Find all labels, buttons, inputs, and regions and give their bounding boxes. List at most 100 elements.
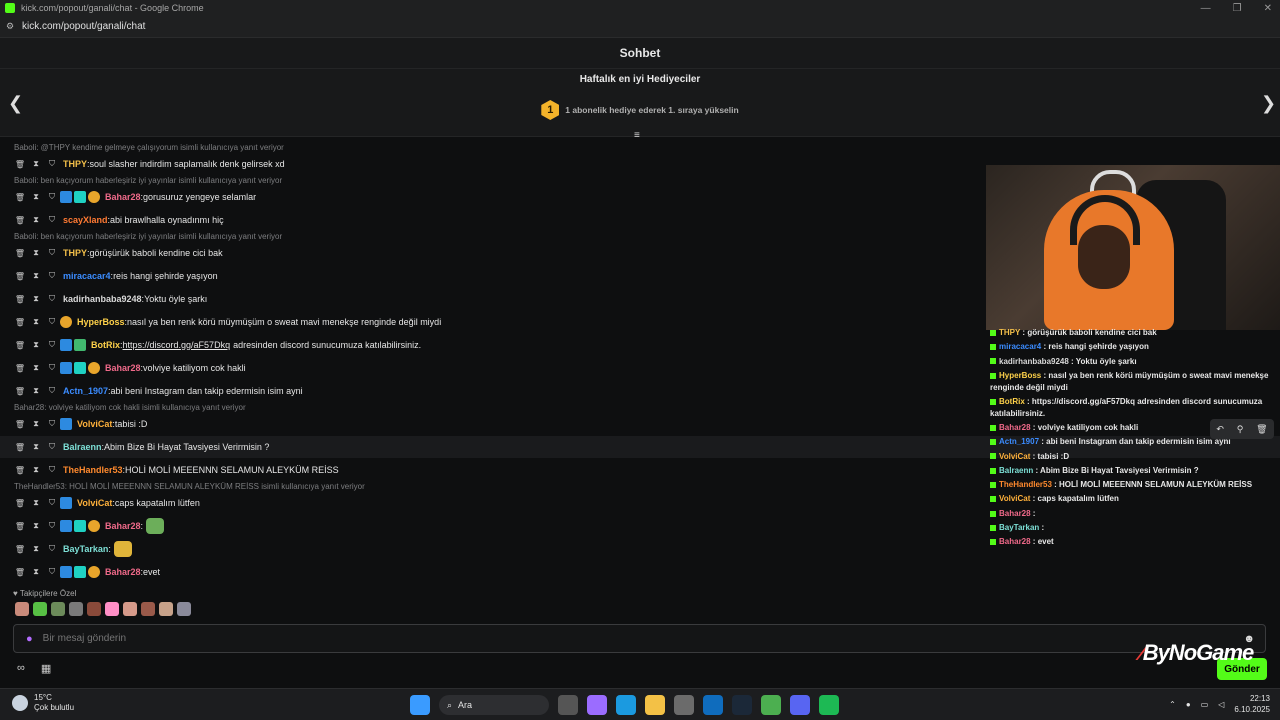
message-input-box[interactable]: ● ☻ bbox=[13, 624, 1266, 653]
delete-icon[interactable]: 🗑 bbox=[12, 341, 28, 350]
pin-icon[interactable]: ⚲ bbox=[1237, 424, 1244, 435]
ban-icon[interactable]: ⛉ bbox=[44, 294, 60, 304]
timeout-icon[interactable]: ⧗ bbox=[28, 442, 44, 452]
delete-icon[interactable]: 🗑 bbox=[12, 193, 28, 202]
username[interactable]: THPY bbox=[63, 248, 87, 258]
ban-icon[interactable]: ⛉ bbox=[44, 248, 60, 258]
outlook-icon[interactable] bbox=[703, 695, 723, 715]
timeout-icon[interactable]: ⧗ bbox=[28, 192, 44, 202]
timeout-icon[interactable]: ⧗ bbox=[28, 465, 44, 475]
weather-widget[interactable]: 15°C Çok bulutlu bbox=[12, 693, 74, 713]
task-view-icon[interactable] bbox=[558, 695, 578, 715]
delete-icon[interactable]: 🗑 bbox=[1256, 424, 1267, 435]
delete-icon[interactable]: 🗑 bbox=[12, 545, 28, 554]
chrome-icon[interactable] bbox=[761, 695, 781, 715]
delete-icon[interactable]: 🗑 bbox=[12, 420, 28, 429]
url-text[interactable]: kick.com/popout/ganali/chat bbox=[22, 21, 145, 32]
timeout-icon[interactable]: ⧗ bbox=[28, 215, 44, 225]
username[interactable]: HyperBoss bbox=[77, 317, 125, 327]
username[interactable]: Bahar28 bbox=[105, 567, 141, 577]
spotify-icon[interactable] bbox=[819, 695, 839, 715]
ban-icon[interactable]: ⛉ bbox=[44, 386, 60, 396]
edge-icon[interactable] bbox=[616, 695, 636, 715]
delete-icon[interactable]: 🗑 bbox=[12, 318, 28, 327]
emote[interactable] bbox=[123, 602, 137, 616]
ban-icon[interactable]: ⛉ bbox=[44, 159, 60, 169]
reply-context[interactable]: Baboli: ben kaçıyorum haberleşiriz iyi y… bbox=[14, 176, 282, 185]
discord-link[interactable]: https://discord.gg/aF57Dkq bbox=[123, 340, 231, 350]
delete-icon[interactable]: 🗑 bbox=[12, 387, 28, 396]
username[interactable]: Actn_1907 bbox=[63, 386, 108, 396]
address-bar[interactable]: ⚙ kick.com/popout/ganali/chat bbox=[0, 16, 1280, 38]
ban-icon[interactable]: ⛉ bbox=[44, 465, 60, 475]
username[interactable]: BotRix bbox=[91, 340, 120, 350]
timeout-icon[interactable]: ⧗ bbox=[28, 317, 44, 327]
volume-icon[interactable]: ◁ bbox=[1218, 700, 1224, 709]
timeout-icon[interactable]: ⧗ bbox=[28, 340, 44, 350]
emote[interactable] bbox=[105, 602, 119, 616]
ban-icon[interactable]: ⛉ bbox=[44, 215, 60, 225]
site-info-icon[interactable]: ⚙ bbox=[6, 21, 16, 32]
emote[interactable] bbox=[113, 541, 132, 557]
delete-icon[interactable]: 🗑 bbox=[12, 295, 28, 304]
ban-icon[interactable]: ⛉ bbox=[44, 544, 60, 554]
emote[interactable] bbox=[33, 602, 47, 616]
username[interactable]: Bahar28 bbox=[105, 192, 141, 202]
delete-icon[interactable]: 🗑 bbox=[12, 272, 28, 281]
reply-context[interactable]: TheHandler53: HOLİ MOLİ MEEENNN SELAMUN … bbox=[14, 482, 365, 491]
timeout-icon[interactable]: ⧗ bbox=[28, 567, 44, 577]
emote[interactable] bbox=[87, 602, 101, 616]
emote[interactable] bbox=[141, 602, 155, 616]
delete-icon[interactable]: 🗑 bbox=[12, 499, 28, 508]
reply-context[interactable]: Baboli: @THPY kendime gelmeye çalışıyoru… bbox=[14, 143, 284, 152]
timeout-icon[interactable]: ⧗ bbox=[28, 248, 44, 258]
emote[interactable] bbox=[51, 602, 65, 616]
timeout-icon[interactable]: ⧗ bbox=[28, 521, 44, 531]
restore-icon[interactable]: ❐ bbox=[1233, 3, 1242, 14]
username[interactable]: scayXland bbox=[63, 215, 108, 225]
delete-icon[interactable]: 🗑 bbox=[12, 466, 28, 475]
reply-icon[interactable]: ↶ bbox=[1216, 424, 1224, 435]
clock[interactable]: 22:13 6.10.2025 bbox=[1234, 693, 1270, 715]
username[interactable]: kadirhanbaba9248 bbox=[63, 294, 142, 304]
username[interactable]: Balraenn bbox=[63, 442, 102, 452]
delete-icon[interactable]: 🗑 bbox=[12, 364, 28, 373]
ban-icon[interactable]: ⛉ bbox=[44, 498, 60, 508]
microphone-icon[interactable]: ● bbox=[26, 633, 33, 645]
store-icon[interactable] bbox=[674, 695, 694, 715]
emote[interactable] bbox=[146, 518, 165, 534]
emote[interactable] bbox=[159, 602, 173, 616]
ban-icon[interactable]: ⛉ bbox=[44, 419, 60, 429]
timeout-icon[interactable]: ⧗ bbox=[28, 363, 44, 373]
message-input[interactable] bbox=[42, 633, 1244, 644]
file-explorer-icon[interactable] bbox=[645, 695, 665, 715]
timeout-icon[interactable]: ⧗ bbox=[28, 294, 44, 304]
delete-icon[interactable]: 🗑 bbox=[12, 216, 28, 225]
delete-icon[interactable]: 🗑 bbox=[12, 522, 28, 531]
microphone-icon[interactable]: ● bbox=[1186, 700, 1191, 709]
copilot-icon[interactable] bbox=[587, 695, 607, 715]
ban-icon[interactable]: ⛉ bbox=[44, 340, 60, 350]
username[interactable]: THPY bbox=[63, 159, 87, 169]
ban-icon[interactable]: ⛉ bbox=[44, 442, 60, 452]
ban-icon[interactable]: ⛉ bbox=[44, 567, 60, 577]
timeout-icon[interactable]: ⧗ bbox=[28, 544, 44, 554]
delete-icon[interactable]: 🗑 bbox=[12, 160, 28, 169]
store-icon[interactable]: ▦ bbox=[41, 662, 51, 675]
emote[interactable] bbox=[177, 602, 191, 616]
delete-icon[interactable]: 🗑 bbox=[12, 249, 28, 258]
delete-icon[interactable]: 🗑 bbox=[12, 443, 28, 452]
delete-icon[interactable]: 🗑 bbox=[12, 568, 28, 577]
tray-chevron-icon[interactable]: ⌃ bbox=[1169, 700, 1176, 709]
ban-icon[interactable]: ⛉ bbox=[44, 363, 60, 373]
reply-context[interactable]: Bahar28: volviye katiliyom cok hakli isi… bbox=[14, 403, 246, 412]
minimize-icon[interactable]: — bbox=[1201, 3, 1211, 14]
timeout-icon[interactable]: ⧗ bbox=[28, 419, 44, 429]
emote[interactable] bbox=[15, 602, 29, 616]
username[interactable]: Bahar28 bbox=[105, 363, 141, 373]
timeout-icon[interactable]: ⧗ bbox=[28, 271, 44, 281]
link-icon[interactable]: ∞ bbox=[17, 662, 25, 675]
emote[interactable] bbox=[69, 602, 83, 616]
steam-icon[interactable] bbox=[732, 695, 752, 715]
windows-start-icon[interactable] bbox=[410, 695, 430, 715]
